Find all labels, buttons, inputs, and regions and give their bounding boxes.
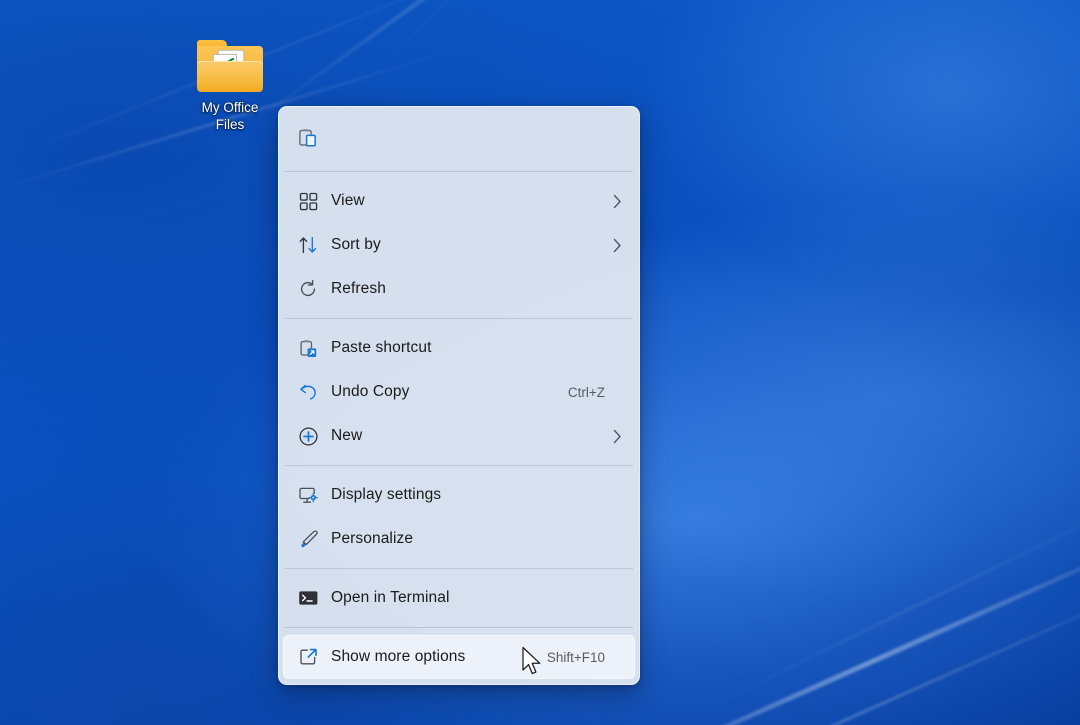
context-menu-group-1: View Sort by — [279, 174, 639, 316]
folder-with-office-document-icon — [197, 40, 263, 92]
menu-item-label: Personalize — [325, 530, 605, 548]
grid-view-icon — [291, 184, 325, 218]
menu-item-label: Paste shortcut — [325, 339, 605, 357]
menu-separator — [285, 627, 633, 628]
wallpaper-glow-top-right — [640, 0, 1080, 300]
menu-item-label: Open in Terminal — [325, 589, 605, 607]
monitor-gear-icon — [291, 478, 325, 512]
arrow-pointer-icon — [521, 646, 543, 678]
menu-item-label: Show more options — [325, 648, 547, 666]
desktop-context-menu[interactable]: View Sort by — [278, 106, 640, 685]
menu-item-label: Sort by — [325, 236, 605, 254]
desktop-icon-label-line2: Files — [202, 116, 259, 133]
chevron-right-icon — [609, 194, 625, 209]
menu-item-accelerator: Ctrl+Z — [568, 385, 609, 400]
menu-item-new[interactable]: New — [283, 414, 635, 458]
paste-clipboard-icon — [296, 127, 318, 149]
menu-item-display-settings[interactable]: Display settings — [283, 473, 635, 517]
menu-item-label: Undo Copy — [325, 383, 568, 401]
sort-arrows-icon — [291, 228, 325, 262]
menu-item-personalize[interactable]: Personalize — [283, 517, 635, 561]
menu-separator — [285, 465, 633, 466]
menu-item-open-in-terminal[interactable]: Open in Terminal — [283, 576, 635, 620]
menu-item-label: View — [325, 192, 605, 210]
paste-button[interactable] — [283, 114, 331, 162]
context-menu-clipboard-row — [279, 107, 639, 169]
terminal-icon — [291, 581, 325, 615]
chevron-right-icon — [609, 238, 625, 253]
menu-item-view[interactable]: View — [283, 179, 635, 223]
menu-item-paste-shortcut[interactable]: Paste shortcut — [283, 326, 635, 370]
menu-separator — [285, 318, 633, 319]
menu-item-accelerator: Shift+F10 — [547, 650, 609, 665]
menu-item-refresh[interactable]: Refresh — [283, 267, 635, 311]
menu-item-label: New — [325, 427, 605, 445]
menu-item-sort-by[interactable]: Sort by — [283, 223, 635, 267]
menu-item-label: Refresh — [325, 280, 605, 298]
desktop-icon-label: My Office Files — [202, 99, 259, 133]
paintbrush-icon — [291, 522, 325, 556]
desktop-icon-my-office-files[interactable]: My Office Files — [178, 40, 282, 133]
desktop-icon-label-line1: My Office — [202, 99, 259, 116]
chevron-right-icon — [609, 429, 625, 444]
menu-item-label: Display settings — [325, 486, 605, 504]
undo-arrow-icon — [291, 375, 325, 409]
context-menu-group-4: Open in Terminal — [279, 571, 639, 625]
menu-item-show-more-options[interactable]: Show more options Shift+F10 — [283, 635, 635, 679]
plus-circle-icon — [291, 419, 325, 453]
paste-shortcut-icon — [291, 331, 325, 365]
menu-separator — [285, 171, 633, 172]
context-menu-group-2: Paste shortcut Undo Copy Ctrl+Z — [279, 321, 639, 463]
show-more-options-icon — [291, 640, 325, 674]
refresh-icon — [291, 272, 325, 306]
context-menu-group-3: Display settings Personalize — [279, 468, 639, 566]
menu-item-undo-copy[interactable]: Undo Copy Ctrl+Z — [283, 370, 635, 414]
context-menu-group-5: Show more options Shift+F10 — [279, 630, 639, 684]
menu-separator — [285, 568, 633, 569]
